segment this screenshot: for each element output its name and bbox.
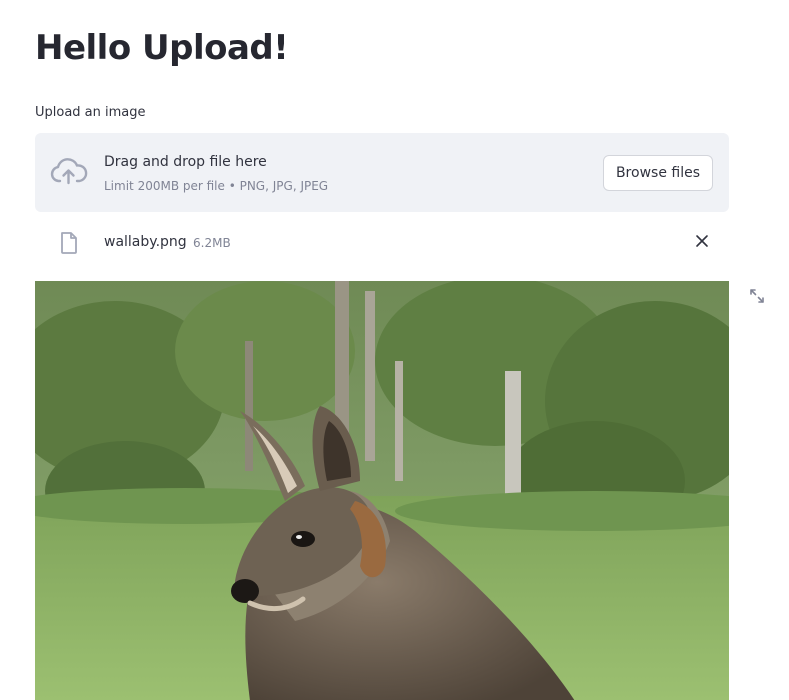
file-size: 6.2MB — [193, 236, 231, 250]
dropzone-instructions: Drag and drop file here — [104, 154, 267, 170]
uploader-label: Upload an image — [35, 105, 146, 120]
remove-file-close-icon[interactable] — [695, 233, 709, 247]
file-dropzone[interactable]: Drag and drop file here Limit 200MB per … — [35, 133, 729, 212]
file-name: wallaby.png — [104, 234, 187, 250]
browse-files-button[interactable]: Browse files — [602, 155, 713, 191]
app-page: Hello Upload! Upload an image Drag and d… — [0, 0, 789, 700]
uploaded-file-row: wallaby.png 6.2MB — [35, 222, 729, 262]
wallaby-photo — [35, 281, 729, 700]
dropzone-limit-text: Limit 200MB per file • PNG, JPG, JPEG — [104, 179, 329, 193]
uploaded-image — [35, 281, 729, 700]
cloud-upload-icon — [50, 157, 88, 187]
file-icon — [59, 231, 79, 255]
fullscreen-expand-icon[interactable] — [749, 288, 765, 304]
page-title: Hello Upload! — [35, 28, 289, 68]
